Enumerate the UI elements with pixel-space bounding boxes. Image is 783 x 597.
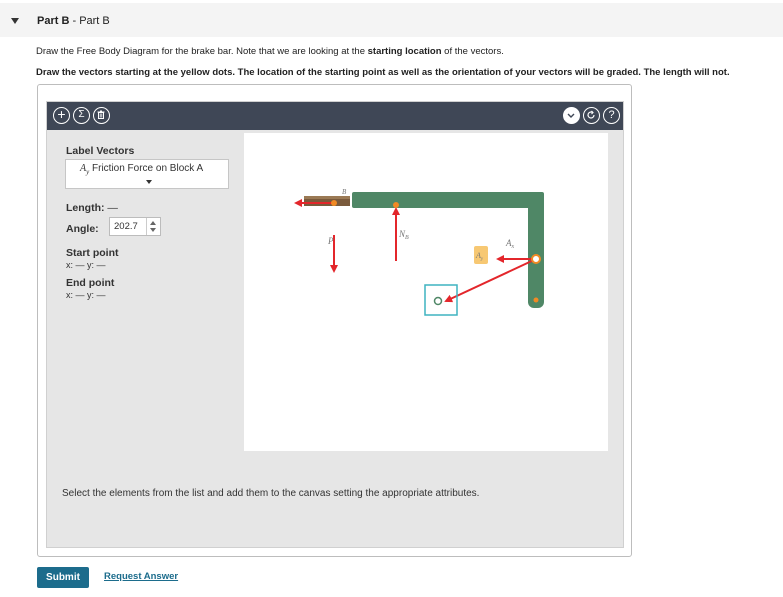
angle-label: Angle: (66, 223, 99, 235)
label-ax: Ax (505, 238, 515, 250)
canvas-instructions: Select the elements from the list and ad… (62, 488, 480, 499)
plus-icon[interactable]: + (53, 107, 70, 124)
collapse-caret-icon[interactable] (11, 18, 19, 24)
angle-input[interactable]: 202.7 (109, 217, 161, 236)
length-label: Length: — (66, 202, 118, 214)
submit-button[interactable]: Submit (37, 567, 89, 588)
chevron-down-icon[interactable] (563, 107, 580, 124)
end-point-label: End point (66, 277, 115, 289)
vector-label-select[interactable]: Ay Friction Force on Block A (65, 159, 229, 189)
trash-icon[interactable] (93, 107, 110, 124)
yellow-dot-end[interactable] (533, 297, 539, 303)
brake-block (304, 196, 350, 206)
grading-instruction: Draw the vectors starting at the yellow … (36, 67, 730, 78)
label-vectors-heading: Label Vectors (66, 145, 135, 157)
part-title: Part B - Part B (37, 15, 110, 27)
yellow-dot-block[interactable] (331, 200, 337, 206)
drawing-canvas[interactable]: P NB Ax Ay B (244, 133, 608, 451)
stepper-down-icon[interactable] (150, 228, 156, 232)
request-answer-link[interactable]: Request Answer (104, 571, 178, 582)
fbd-widget: + Σ ? Label Vectors Ay Friction Force on… (37, 84, 632, 557)
dropdown-arrow-icon (146, 180, 152, 184)
help-icon[interactable]: ? (603, 107, 620, 124)
selected-vector-label: Ay Friction Force on Block A (80, 163, 204, 176)
stepper-up-icon[interactable] (150, 221, 156, 225)
fbd-workspace: + Σ ? Label Vectors Ay Friction Force on… (46, 101, 624, 548)
yellow-dot-contact[interactable] (393, 202, 399, 208)
reset-icon[interactable] (583, 107, 600, 124)
ay-vector[interactable] (444, 258, 537, 303)
sigma-icon[interactable]: Σ (73, 107, 90, 124)
instruction-text: Draw the Free Body Diagram for the brake… (36, 46, 504, 57)
start-point-coords: x: — y: — (66, 260, 106, 270)
brake-bar (352, 192, 544, 308)
toolbar: + Σ ? (47, 102, 623, 130)
end-point-coords: x: — y: — (66, 290, 106, 300)
angle-stepper[interactable] (146, 218, 160, 235)
part-header[interactable]: Part B - Part B (0, 3, 783, 37)
label-p: P (327, 236, 334, 246)
label-b-top: B (342, 188, 347, 196)
selected-vector-start[interactable] (433, 296, 443, 306)
label-nb: NB (398, 229, 409, 241)
start-point-label: Start point (66, 247, 119, 259)
pivot-dot[interactable] (531, 254, 541, 264)
vector-properties-panel: Label Vectors Ay Friction Force on Block… (47, 130, 242, 459)
